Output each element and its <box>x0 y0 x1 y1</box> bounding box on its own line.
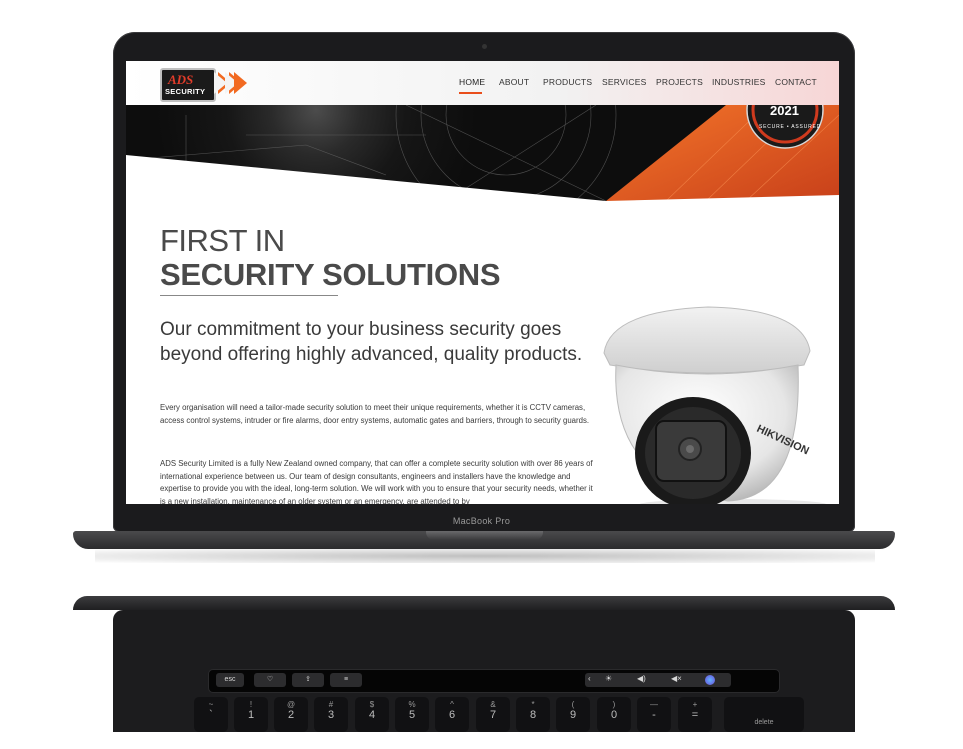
nav-services[interactable]: SERVICES <box>602 77 646 87</box>
badge-year: 2021 <box>770 103 799 118</box>
touchbar-esc[interactable]: esc <box>216 673 244 687</box>
heading-divider <box>160 295 338 296</box>
intro-paragraph: Every organisation will need a tailor-ma… <box>160 403 590 425</box>
logo-brand: ADS <box>168 72 194 87</box>
volume-icon[interactable]: ◀) <box>637 674 646 683</box>
key-7[interactable]: & 7 <box>476 697 510 732</box>
lid-notch <box>426 531 543 540</box>
key-5[interactable]: % 5 <box>395 697 429 732</box>
badge-subtitle: SECURE • ASSURED <box>759 124 822 130</box>
nav-contact[interactable]: CONTACT <box>775 77 817 87</box>
heart-icon[interactable]: ♡ <box>254 673 286 687</box>
nav-about[interactable]: ABOUT <box>499 77 529 87</box>
nav-products[interactable]: PRODUCTS <box>543 77 592 87</box>
key-2[interactable]: @2 <box>274 697 308 732</box>
key-4[interactable]: $4 <box>355 697 389 732</box>
nav-projects[interactable]: PROJECTS <box>656 77 703 87</box>
nav-home[interactable]: HOME <box>459 77 485 87</box>
key-9[interactable]: (9 <box>556 697 590 732</box>
key-6[interactable]: ^ 6 <box>435 697 469 732</box>
keyboard-hinge <box>73 596 895 610</box>
lead-text: Our commitment to your business security… <box>160 319 583 365</box>
brightness-icon[interactable]: ☀ <box>605 674 612 683</box>
site-header: ADS SECURITY HOME ABOUT PRODUCTS SERVICE… <box>126 61 839 105</box>
siri-icon[interactable] <box>705 675 715 685</box>
key-delete[interactable]: delete <box>724 697 804 732</box>
nav-industries[interactable]: INDUSTRIES <box>712 77 765 87</box>
share-icon[interactable]: ⇪ <box>292 673 324 687</box>
collapse-icon[interactable]: ‹ <box>588 674 591 683</box>
laptop-screen: ADS SECURITY HOME ABOUT PRODUCTS SERVICE… <box>126 61 839 504</box>
mute-icon[interactable]: ◀× <box>671 674 682 683</box>
laptop-shadow <box>95 549 875 563</box>
key-equals[interactable]: + = <box>678 697 712 732</box>
control-strip[interactable]: ‹ ☀ ◀) ◀× <box>585 673 731 687</box>
key-minus[interactable]: — - <box>637 697 671 732</box>
key-backtick[interactable]: ~ ` <box>194 697 228 732</box>
heading-line-2: SECURITY SOLUTIONS <box>160 257 501 292</box>
heading-line-1: FIRST IN <box>160 223 285 258</box>
sliders-icon[interactable]: ≡ <box>330 673 362 687</box>
nav-active-underline <box>459 92 482 94</box>
hero-graphic <box>126 105 839 201</box>
key-3[interactable]: #3 <box>314 697 348 732</box>
company-paragraph: ADS Security Limited is a fully New Zeal… <box>160 459 593 504</box>
key-8[interactable]: * 8 <box>516 697 550 732</box>
dome-camera-image: HIKVISION <box>603 306 827 504</box>
webcam <box>482 44 487 49</box>
key-1[interactable]: ! 1 <box>234 697 268 732</box>
key-0[interactable]: ) 0 <box>597 697 631 732</box>
logo-tagline: SECURITY <box>165 87 206 96</box>
macbook-label: MacBook Pro <box>452 516 511 526</box>
ads-logo[interactable]: ADS SECURITY <box>160 68 216 102</box>
